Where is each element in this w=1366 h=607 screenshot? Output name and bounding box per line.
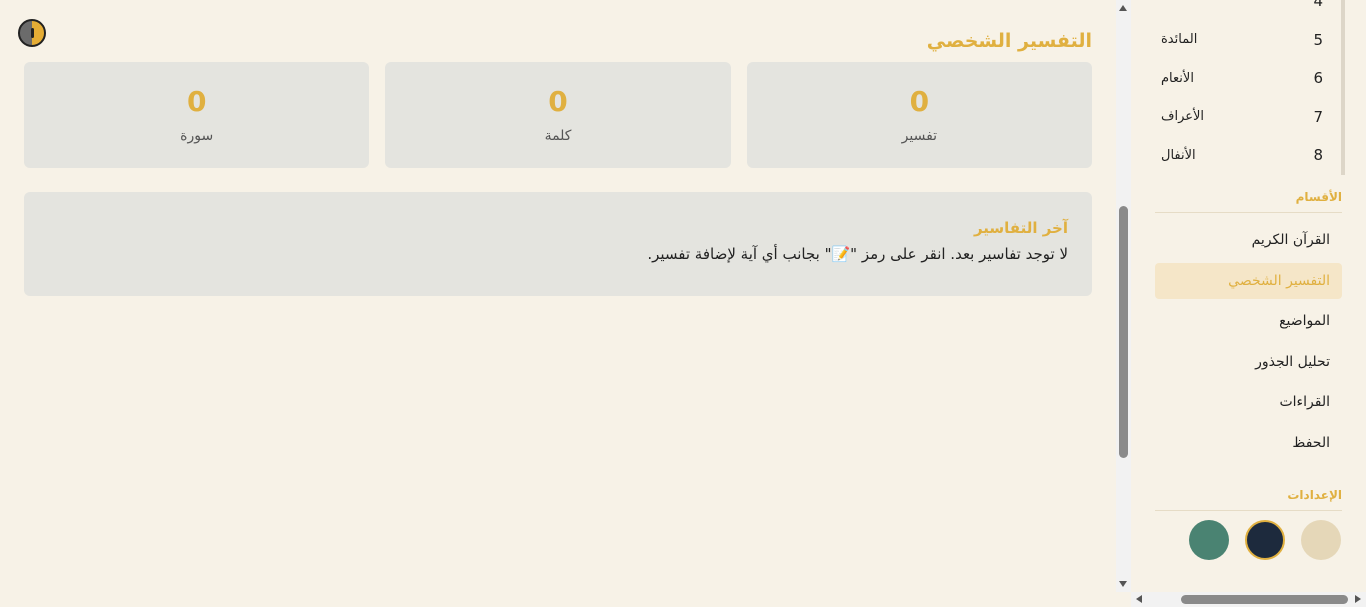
surah-item[interactable]: 7 الأعراف — [1155, 98, 1341, 137]
stat-label: سورة — [180, 128, 214, 144]
main-scrollbar[interactable] — [1116, 0, 1131, 592]
surah-item[interactable]: 6 الأنعام — [1155, 59, 1341, 98]
sidebar: 4 5 المائدة 6 الأنعام 7 الأعراف 8 الأنفا… — [1131, 0, 1366, 592]
stat-label: تفسير — [901, 128, 938, 144]
nav-item-roots[interactable]: تحليل الجذور — [1155, 344, 1342, 380]
settings-heading: الإعدادات — [1155, 488, 1342, 511]
stat-card-tafsir: 0 تفسير — [746, 62, 1092, 168]
surah-number: 7 — [1313, 107, 1323, 126]
surah-item[interactable]: 8 الأنفال — [1155, 136, 1341, 175]
theme-swatch-green[interactable] — [1189, 520, 1229, 560]
stat-value: 0 — [186, 85, 207, 118]
stat-value: 0 — [548, 85, 568, 118]
scrollbar-corner — [1116, 592, 1131, 607]
scrollbar-thumb[interactable] — [1119, 206, 1128, 458]
surah-item[interactable]: 4 — [1155, 0, 1341, 21]
recent-title: آخر التفاسير — [973, 219, 1068, 237]
surah-number: 5 — [1313, 30, 1323, 49]
nav-item-personal-tafsir[interactable]: التفسير الشخصي — [1155, 262, 1342, 299]
surah-name: الأنعام — [1161, 70, 1194, 86]
surah-list[interactable]: 4 5 المائدة 6 الأنعام 7 الأعراف 8 الأنفا… — [1155, 0, 1345, 175]
recent-tafsir-panel: آخر التفاسير لا توجد تفاسير بعد. انقر عل… — [24, 192, 1092, 296]
stat-value: 0 — [909, 85, 930, 118]
scrollbar-thumb[interactable] — [1181, 595, 1348, 604]
nav-item-topics[interactable]: المواضيع — [1155, 303, 1342, 339]
theme-swatches — [1189, 520, 1341, 562]
surah-number: 8 — [1313, 146, 1323, 165]
surah-number: 6 — [1313, 69, 1323, 88]
surah-name: المائدة — [1161, 32, 1198, 48]
scroll-right-arrow-icon[interactable] — [1355, 595, 1361, 603]
nav-item-readings[interactable]: القراءات — [1155, 384, 1342, 420]
surah-item[interactable]: 5 المائدة — [1155, 21, 1341, 60]
stat-label: كلمة — [544, 128, 572, 144]
sidebar-horizontal-scrollbar[interactable] — [1131, 592, 1366, 607]
stat-card-word: 0 كلمة — [385, 62, 731, 168]
empty-message: لا توجد تفاسير بعد. انقر على رمز "📝" بجا… — [647, 245, 1068, 263]
stats-row: 0 تفسير 0 كلمة 0 سورة — [24, 62, 1092, 168]
scroll-up-arrow-icon[interactable] — [1119, 5, 1127, 11]
sections-nav: القرآن الكريم التفسير الشخصي المواضيع تح… — [1155, 222, 1342, 465]
scroll-down-arrow-icon[interactable] — [1119, 581, 1127, 587]
theme-swatch-dark[interactable] — [1245, 520, 1285, 560]
nav-item-quran[interactable]: القرآن الكريم — [1155, 222, 1342, 258]
scroll-left-arrow-icon[interactable] — [1136, 595, 1142, 603]
sections-heading: الأقسام — [1155, 190, 1342, 213]
theme-swatch-light[interactable] — [1301, 520, 1341, 560]
page-title: التفسير الشخصي — [926, 30, 1092, 52]
nav-item-memorization[interactable]: الحفظ — [1155, 425, 1342, 461]
main-content: التفسير الشخصي 0 تفسير 0 كلمة 0 سورة آخر… — [24, 0, 1092, 607]
surah-name: الأنفال — [1161, 147, 1196, 163]
surah-name: الأعراف — [1161, 109, 1205, 125]
stat-card-surah: 0 سورة — [24, 62, 370, 168]
surah-number: 4 — [1313, 0, 1323, 11]
